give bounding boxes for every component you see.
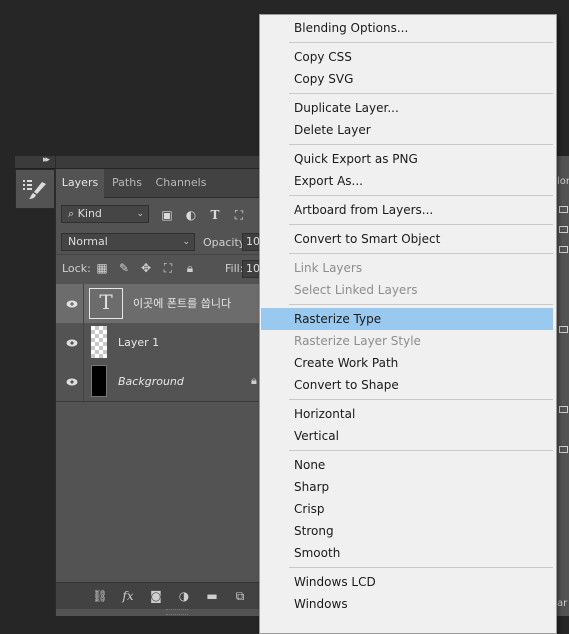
tool-strip-header: ▸▸ bbox=[15, 155, 55, 169]
menu-separator bbox=[289, 450, 553, 451]
menu-item-convert-to-smart-object[interactable]: Convert to Smart Object bbox=[261, 228, 553, 250]
menu-item-blending-options[interactable]: Blending Options... bbox=[261, 17, 553, 39]
layer-context-menu: Blending Options... Copy CSS Copy SVG Dupli… bbox=[259, 14, 557, 634]
menu-item-artboard-from-layers[interactable]: Artboard from Layers... bbox=[261, 199, 553, 221]
collapse-icon[interactable] bbox=[559, 206, 568, 213]
menu-item-export-as[interactable]: Export As... bbox=[261, 170, 553, 192]
adjustment-filter-icon[interactable]: ◐ bbox=[183, 207, 199, 223]
expand-panels-icon[interactable]: ▸▸ bbox=[43, 155, 50, 165]
type-icon: T bbox=[99, 290, 113, 314]
collapse-icon[interactable] bbox=[559, 326, 568, 333]
menu-item-convert-to-shape[interactable]: Convert to Shape bbox=[261, 374, 553, 396]
new-group-icon[interactable]: ▬ bbox=[203, 588, 221, 604]
menu-item-delete-layer[interactable]: Delete Layer bbox=[261, 119, 553, 141]
lock-transparent-icon[interactable]: ▦ bbox=[94, 260, 110, 276]
menu-separator bbox=[289, 144, 553, 145]
add-mask-icon[interactable]: ◙ bbox=[147, 588, 165, 604]
type-layer-thumbnail: T bbox=[89, 288, 123, 319]
panel-resize-grip[interactable] bbox=[166, 609, 188, 615]
menu-item-sharp[interactable]: Sharp bbox=[261, 476, 553, 498]
menu-item-link-layers: Link Layers bbox=[294, 261, 363, 275]
lock-position-icon[interactable]: ✥ bbox=[138, 260, 154, 276]
visibility-eye-icon[interactable] bbox=[62, 323, 82, 362]
shape-filter-icon[interactable]: ⛶ bbox=[231, 207, 247, 223]
visibility-eye-icon[interactable] bbox=[62, 284, 82, 323]
footer-icons: ⛓ fx ◙ ◑ ▬ ⧉ 🗑︎ bbox=[91, 588, 277, 604]
divider bbox=[83, 284, 84, 323]
menu-separator bbox=[289, 42, 553, 43]
divider bbox=[83, 323, 84, 362]
layer-name[interactable]: Layer 1 bbox=[118, 323, 159, 362]
menu-separator bbox=[289, 224, 553, 225]
menu-item-crisp[interactable]: Crisp bbox=[261, 498, 553, 520]
divider bbox=[83, 362, 84, 401]
menu-item-copy-svg[interactable]: Copy SVG bbox=[261, 68, 553, 90]
menu-item-vertical[interactable]: Vertical bbox=[261, 425, 553, 447]
menu-item-quick-export-as-png[interactable]: Quick Export as PNG bbox=[261, 148, 553, 170]
blend-mode-label: Normal bbox=[68, 235, 108, 248]
menu-item-windows-lcd[interactable]: Windows LCD bbox=[261, 571, 553, 593]
right-panel-fragment: lor ar bbox=[555, 156, 569, 616]
menu-item-smooth[interactable]: Smooth bbox=[261, 542, 553, 564]
right-tab-fragment: lor bbox=[557, 176, 569, 187]
chevron-down-icon: ⌄ bbox=[182, 237, 190, 247]
menu-item-duplicate-layer[interactable]: Duplicate Layer... bbox=[261, 97, 553, 119]
brush-tool-icon bbox=[23, 180, 46, 199]
lock-all-icon[interactable]: 🔒︎ bbox=[182, 260, 198, 276]
menu-item-rasterize-layer-style: Rasterize Layer Style bbox=[294, 334, 421, 348]
fill-label: Fill: bbox=[225, 262, 244, 275]
new-layer-icon[interactable]: ⧉ bbox=[231, 588, 249, 604]
menu-item-select-linked-layers: Select Linked Layers bbox=[294, 283, 418, 297]
chevron-down-icon: ⌄ bbox=[136, 209, 144, 219]
layer-name[interactable]: 이곳에 폰트를 씁니다 bbox=[133, 284, 231, 323]
link-layers-icon[interactable]: ⛓ bbox=[91, 588, 109, 604]
right-fragment-text: ar bbox=[557, 598, 568, 609]
layer-name[interactable]: Background bbox=[118, 362, 184, 401]
collapse-icon[interactable] bbox=[559, 446, 568, 453]
blend-mode-select[interactable]: Normal ⌄ bbox=[61, 233, 195, 251]
adjustment-layer-icon[interactable]: ◑ bbox=[175, 588, 193, 604]
image-filter-icon[interactable]: ▣ bbox=[159, 207, 175, 223]
menu-separator bbox=[289, 567, 553, 568]
menu-item-create-work-path[interactable]: Create Work Path bbox=[261, 352, 553, 374]
menu-item-copy-css[interactable]: Copy CSS bbox=[261, 46, 553, 68]
tab-layers[interactable]: Layers bbox=[56, 169, 104, 198]
collapse-icon[interactable] bbox=[559, 226, 568, 233]
type-filter-icon[interactable]: T bbox=[207, 207, 223, 223]
search-icon: ⌕ bbox=[68, 207, 75, 220]
tab-channels[interactable]: Channels bbox=[150, 169, 212, 197]
menu-separator bbox=[289, 304, 553, 305]
menu-item-horizontal[interactable]: Horizontal bbox=[261, 403, 553, 425]
lock-artboard-icon[interactable]: ⛶ bbox=[160, 260, 176, 276]
menu-item-windows[interactable]: Windows bbox=[261, 593, 553, 615]
menu-separator bbox=[289, 195, 553, 196]
menu-separator bbox=[289, 253, 553, 254]
menu-separator bbox=[289, 399, 553, 400]
menu-separator bbox=[289, 93, 553, 94]
filter-kind-select[interactable]: ⌕ Kind ⌄ bbox=[61, 205, 149, 223]
menu-item-strong[interactable]: Strong bbox=[261, 520, 553, 542]
fx-icon[interactable]: fx bbox=[119, 588, 137, 604]
layer-thumbnail bbox=[91, 326, 107, 358]
brush-tool-button[interactable] bbox=[15, 169, 55, 209]
lock-icons: ▦ ✎ ✥ ⛶ 🔒︎ bbox=[94, 260, 198, 276]
collapse-icon[interactable] bbox=[559, 406, 568, 413]
background-thumbnail bbox=[91, 365, 107, 397]
menu-item-none[interactable]: None bbox=[261, 454, 553, 476]
lock-image-icon[interactable]: ✎ bbox=[116, 260, 132, 276]
visibility-eye-icon[interactable] bbox=[62, 362, 82, 401]
filter-kind-label: Kind bbox=[77, 207, 102, 220]
filter-icons: ▣ ◐ T ⛶ bbox=[159, 206, 247, 224]
layer-lock-icon: 🔒︎ bbox=[251, 374, 257, 387]
collapse-icon[interactable] bbox=[559, 246, 568, 253]
lock-label: Lock: bbox=[62, 262, 91, 275]
menu-item-rasterize-type[interactable]: Rasterize Type bbox=[261, 308, 553, 330]
tab-paths[interactable]: Paths bbox=[104, 169, 150, 197]
